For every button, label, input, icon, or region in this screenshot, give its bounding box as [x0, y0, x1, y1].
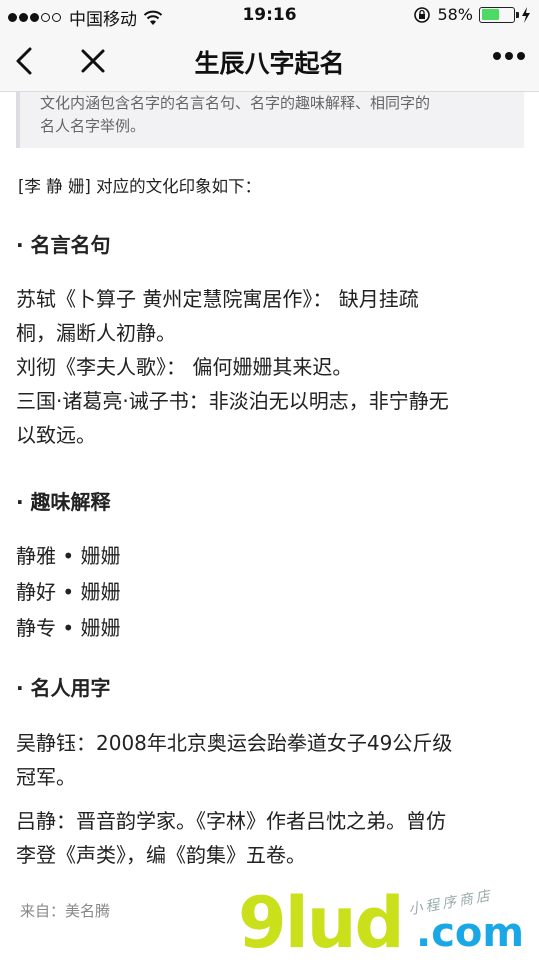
- notice-box: 文化内涵包含名字的名言名句、名字的趣味解释、相同字的 名人名字举例。: [16, 92, 524, 148]
- section-heading-quotes: · 名言名句: [16, 233, 111, 257]
- battery-fill: [481, 9, 500, 20]
- intro-text: [李 静 姗] 对应的文化印象如下：: [18, 177, 262, 196]
- nav-bar: 生辰八字起名: [0, 30, 539, 92]
- quote-line: 桐，漏断人初静。: [16, 321, 176, 345]
- fun-item: 静专 • 姗姗: [16, 616, 121, 640]
- quote-line: 以致远。: [16, 423, 96, 447]
- fun-list: 静雅 • 姗姗 静好 • 姗姗 静专 • 姗姗: [16, 538, 526, 646]
- famous-entry: 吴静钰：2008年北京奥运会跆拳道女子49公斤级 冠军。: [16, 726, 526, 794]
- quotes-paragraph: 苏轼《卜算子 黄州定慧院寓居作》： 缺月挂疏 桐，漏断人初静。 刘彻《李夫人歌》…: [16, 282, 526, 452]
- charging-icon: [522, 6, 530, 23]
- watermark-suffix: .com: [416, 910, 525, 956]
- quote-line: 三国·诸葛亮·诫子书：非淡泊无以明志，非宁静无: [16, 389, 449, 413]
- watermark-logo: 9lud 小程序商店 .com: [238, 882, 538, 960]
- famous-line: 吕静：晋音韵学家。《字林》作者吕忱之弟。曾仿: [16, 809, 446, 833]
- more-icon: [493, 52, 501, 60]
- status-bar: 中国移动 19:16 58%: [0, 0, 539, 30]
- fun-item: 静好 • 姗姗: [16, 580, 121, 604]
- famous-line: 吴静钰：2008年北京奥运会跆拳道女子49公斤级: [16, 731, 453, 755]
- status-right: 58%: [413, 5, 531, 24]
- famous-entry: 吕静：晋音韵学家。《字林》作者吕忱之弟。曾仿 李登《声类》，编《韵集》五卷。: [16, 804, 526, 872]
- famous-line: 李登《声类》，编《韵集》五卷。: [16, 843, 306, 867]
- famous-line: 冠军。: [16, 765, 76, 789]
- main-content[interactable]: 文化内涵包含名字的名言名句、名字的趣味解释、相同字的 名人名字举例。 [李 静 …: [0, 92, 539, 960]
- watermark-main: 9lud: [238, 882, 405, 960]
- fun-item: 静雅 • 姗姗: [16, 544, 121, 568]
- notice-line: 名人名字举例。: [40, 117, 146, 135]
- section-heading-famous: · 名人用字: [16, 676, 111, 700]
- battery-percent: 58%: [437, 5, 473, 24]
- section-heading-fun: · 趣味解释: [16, 490, 111, 514]
- rotation-lock-icon: [414, 6, 431, 23]
- source-label: 来自：美名腾: [20, 902, 111, 920]
- more-button[interactable]: [489, 52, 525, 60]
- page-title: 生辰八字起名: [194, 49, 345, 78]
- battery-icon: [479, 6, 519, 23]
- notice-line: 文化内涵包含名字的名言名句、名字的趣味解释、相同字的: [40, 94, 431, 112]
- quote-line: 刘彻《李夫人歌》： 偏何姗姗其来迟。: [16, 355, 353, 379]
- quote-line: 苏轼《卜算子 黄州定慧院寓居作》： 缺月挂疏: [16, 287, 419, 311]
